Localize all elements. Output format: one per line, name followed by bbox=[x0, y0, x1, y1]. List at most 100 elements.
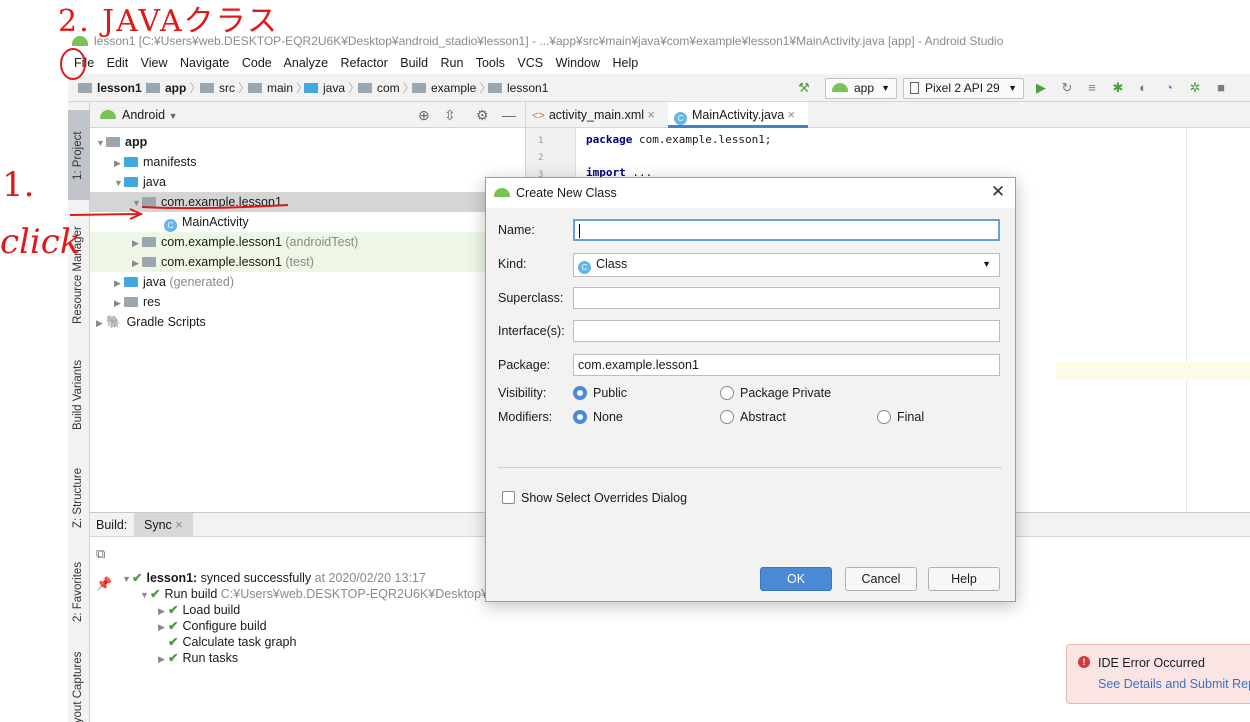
run-config-select[interactable]: app ▼ bbox=[825, 78, 897, 99]
close-icon[interactable]: × bbox=[788, 108, 795, 122]
pin-icon[interactable]: 📌 bbox=[96, 577, 112, 592]
breadcrumb-lesson1-package[interactable]: lesson1 bbox=[488, 74, 548, 102]
hide-icon[interactable]: — bbox=[502, 102, 516, 128]
tab-activity-main-xml[interactable]: <> activity_main.xml × bbox=[526, 102, 666, 128]
module-icon bbox=[106, 137, 120, 147]
locate-icon[interactable]: ⊕ bbox=[418, 102, 430, 128]
breadcrumb-com[interactable]: com 〉 bbox=[358, 74, 418, 102]
tree-item-package-test[interactable]: ▶ com.example.lesson1 (test) bbox=[90, 252, 525, 272]
tab-project[interactable]: 1: Project bbox=[68, 110, 90, 200]
android-icon bbox=[494, 188, 510, 197]
profile-icon[interactable]: ◔ bbox=[1162, 81, 1176, 95]
apply-code-changes-icon[interactable]: ≡ bbox=[1085, 81, 1099, 95]
tree-item-manifests[interactable]: ▶ manifests bbox=[90, 152, 525, 172]
breadcrumb-main[interactable]: main 〉 bbox=[248, 74, 311, 102]
tree-item-package-androidtest[interactable]: ▶ com.example.lesson1 (androidTest) bbox=[90, 232, 525, 252]
interfaces-field[interactable] bbox=[573, 320, 1000, 342]
modifier-none-radio[interactable] bbox=[573, 410, 587, 424]
tab-mainactivity-java[interactable]: C MainActivity.java × bbox=[668, 102, 808, 128]
device-select[interactable]: Pixel 2 API 29 ▼ bbox=[903, 78, 1024, 99]
view-mode-select[interactable]: Android ▼ bbox=[100, 102, 178, 129]
tool-window-stripe: 1: Project Resource Manager Build Varian… bbox=[68, 102, 90, 722]
apply-changes-icon[interactable]: ↻ bbox=[1060, 81, 1074, 95]
visibility-package-private-radio[interactable] bbox=[720, 386, 734, 400]
package-icon bbox=[358, 83, 372, 93]
breadcrumb-app[interactable]: app 〉 bbox=[146, 74, 204, 102]
tab-sync[interactable]: Sync × bbox=[134, 513, 193, 537]
menu-file[interactable]: File bbox=[74, 56, 94, 70]
breadcrumb-src[interactable]: src 〉 bbox=[200, 74, 253, 102]
modifier-abstract-label[interactable]: Abstract bbox=[740, 410, 786, 424]
kind-select[interactable]: C Class ▼ bbox=[573, 253, 1000, 277]
menu-run[interactable]: Run bbox=[441, 56, 464, 70]
menu-view[interactable]: View bbox=[141, 56, 168, 70]
visibility-public-radio[interactable] bbox=[573, 386, 587, 400]
tree-item-app[interactable]: ▼ app bbox=[90, 132, 525, 152]
tab-favorites[interactable]: 2: Favorites bbox=[68, 554, 90, 634]
build-item-task-graph[interactable]: ✔ Calculate task graph bbox=[168, 634, 296, 650]
package-field[interactable]: com.example.lesson1 bbox=[573, 354, 1000, 376]
modifier-final-radio[interactable] bbox=[877, 410, 891, 424]
build-item-run-build[interactable]: ▼✔ Run build C:¥Users¥web.DESKTOP-EQR2U6K… bbox=[140, 586, 520, 602]
cancel-button[interactable]: Cancel bbox=[845, 567, 917, 591]
breadcrumb-java[interactable]: java 〉 bbox=[304, 74, 363, 102]
menu-refactor[interactable]: Refactor bbox=[341, 56, 388, 70]
chevron-down-icon: ▼ bbox=[1008, 83, 1017, 93]
tab-structure[interactable]: Z: Structure bbox=[68, 460, 90, 540]
tab-resource-manager[interactable]: Resource Manager bbox=[68, 220, 90, 332]
debug-icon[interactable]: ✱ bbox=[1111, 81, 1125, 95]
attach-debugger-icon[interactable]: ◐ bbox=[1136, 81, 1150, 95]
overrides-checkbox[interactable] bbox=[502, 491, 515, 504]
modifier-abstract-radio[interactable] bbox=[720, 410, 734, 424]
modifier-none-label[interactable]: None bbox=[593, 410, 623, 424]
attach-process-icon[interactable]: ✲ bbox=[1188, 81, 1202, 95]
visibility-package-private-label[interactable]: Package Private bbox=[740, 386, 831, 400]
build-item-load-build[interactable]: ▶ ✔ Load build bbox=[158, 602, 240, 618]
menu-vcs[interactable]: VCS bbox=[517, 56, 543, 70]
hammer-icon[interactable]: ⚒ bbox=[797, 81, 811, 95]
close-icon[interactable]: × bbox=[175, 518, 182, 532]
menu-analyze[interactable]: Analyze bbox=[284, 56, 328, 70]
ok-button[interactable]: OK bbox=[760, 567, 832, 591]
notification-link[interactable]: See Details and Submit Report bbox=[1098, 677, 1250, 691]
tree-item-java-generated[interactable]: ▶ java (generated) bbox=[90, 272, 525, 292]
build-item-run-tasks[interactable]: ▶ ✔ Run tasks bbox=[158, 650, 238, 666]
overrides-checkbox-label[interactable]: Show Select Overrides Dialog bbox=[521, 491, 687, 505]
breadcrumb-example[interactable]: example 〉 bbox=[412, 74, 494, 102]
build-item-configure-build[interactable]: ▶ ✔ Configure build bbox=[158, 618, 267, 634]
visibility-public-label[interactable]: Public bbox=[593, 386, 627, 400]
gear-icon[interactable]: ⚙ bbox=[476, 102, 489, 128]
expand-arrow-icon: ▶ bbox=[132, 258, 139, 268]
code-line[interactable]: package com.example.lesson1; bbox=[586, 133, 771, 146]
close-icon[interactable]: × bbox=[648, 108, 655, 122]
annotation-step-number: 1. bbox=[2, 165, 35, 205]
tree-item-package-main[interactable]: ▼ com.example.lesson1 bbox=[90, 192, 525, 212]
menu-help[interactable]: Help bbox=[613, 56, 639, 70]
check-icon: ✔ bbox=[132, 571, 143, 585]
menu-tools[interactable]: Tools bbox=[476, 56, 505, 70]
run-icon[interactable]: ▶ bbox=[1034, 81, 1048, 95]
check-icon: ✔ bbox=[150, 587, 161, 601]
menu-code[interactable]: Code bbox=[242, 56, 272, 70]
tree-item-mainactivity[interactable]: C MainActivity bbox=[90, 212, 525, 232]
stop-icon[interactable]: ■ bbox=[1214, 81, 1228, 95]
tab-build-variants[interactable]: Build Variants bbox=[68, 352, 90, 442]
tree-item-java[interactable]: ▼ java bbox=[90, 172, 525, 192]
restore-layout-icon[interactable]: ⧉ bbox=[96, 547, 105, 562]
tab-layout-captures[interactable]: Layout Captures bbox=[68, 650, 90, 722]
name-field[interactable] bbox=[573, 219, 1000, 241]
android-icon bbox=[832, 83, 848, 92]
help-button[interactable]: Help bbox=[928, 567, 1000, 591]
superclass-field[interactable] bbox=[573, 287, 1000, 309]
tree-item-res[interactable]: ▶ res bbox=[90, 292, 525, 312]
close-icon[interactable]: ✕ bbox=[987, 181, 1009, 203]
menu-edit[interactable]: Edit bbox=[107, 56, 129, 70]
menu-build[interactable]: Build bbox=[400, 56, 428, 70]
modifier-final-label[interactable]: Final bbox=[897, 410, 924, 424]
menu-navigate[interactable]: Navigate bbox=[180, 56, 229, 70]
tree-item-gradle-scripts[interactable]: ▶ 🐘 Gradle Scripts bbox=[90, 312, 525, 332]
divider bbox=[498, 467, 1002, 468]
build-item-synced[interactable]: ▼✔ lesson1: synced successfully at 2020/0… bbox=[122, 570, 426, 586]
collapse-icon[interactable]: ⇳ bbox=[444, 102, 456, 128]
menu-window[interactable]: Window bbox=[556, 56, 600, 70]
